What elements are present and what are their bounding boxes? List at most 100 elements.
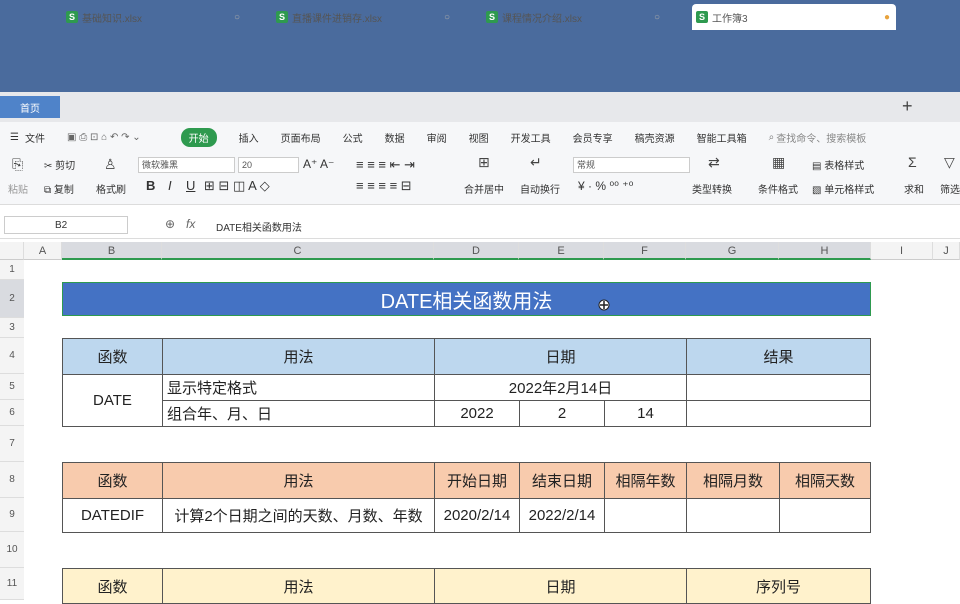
formula-input[interactable]: DATE相关函数用法 xyxy=(216,219,302,234)
col-header-e[interactable]: E xyxy=(519,242,604,260)
row-header-11[interactable]: 11 xyxy=(0,568,24,600)
menu-page-layout[interactable]: 页面布局 xyxy=(281,130,321,145)
menu-member[interactable]: 会员专享 xyxy=(573,130,613,145)
t2-days[interactable] xyxy=(779,498,871,533)
menu-insert[interactable]: 插入 xyxy=(239,130,259,145)
new-tab-button[interactable]: + xyxy=(902,96,913,117)
row-header-1[interactable]: 1 xyxy=(0,260,24,280)
tab-file-1[interactable]: S 基础知识.xlsx ○ xyxy=(66,4,246,30)
sum-button[interactable]: 求和 xyxy=(904,181,924,196)
t1-header-date[interactable]: 日期 xyxy=(434,338,687,375)
format-painter-button[interactable]: 格式刷 xyxy=(96,181,126,196)
t1-usage-format[interactable]: 显示特定格式 xyxy=(162,374,435,401)
col-header-a[interactable]: A xyxy=(24,242,62,260)
align-icons-2[interactable]: ≡ ≡ ≡ ≡ ⊟ xyxy=(356,178,412,194)
table-style-button[interactable]: ▤ 表格样式 xyxy=(812,157,864,172)
row-header-9[interactable]: 9 xyxy=(0,498,24,532)
t2-end-date[interactable]: 2022/2/14 xyxy=(519,498,605,533)
close-icon[interactable]: ○ xyxy=(654,12,660,23)
tab-file-2[interactable]: S 直播课件进销存.xlsx ○ xyxy=(276,4,456,30)
row-header-2[interactable]: 2 xyxy=(0,280,24,318)
tab-file-4[interactable]: S 工作簿3 ● xyxy=(692,4,896,30)
t2-header-days[interactable]: 相隔天数 xyxy=(779,462,871,499)
t1-day[interactable]: 14 xyxy=(604,400,687,427)
row-header-5[interactable]: 5 xyxy=(0,374,24,400)
row-header-3[interactable]: 3 xyxy=(0,318,24,338)
col-header-d[interactable]: D xyxy=(434,242,519,260)
col-header-h[interactable]: H xyxy=(779,242,871,260)
t2-header-years[interactable]: 相隔年数 xyxy=(604,462,687,499)
bold-button[interactable]: B xyxy=(146,178,155,193)
number-format-select[interactable]: 常规 xyxy=(573,157,690,173)
t2-func[interactable]: DATEDIF xyxy=(62,498,163,533)
format-painter-icon[interactable]: ♙ xyxy=(104,156,117,173)
paste-icon[interactable]: ⎘ xyxy=(12,156,23,173)
t3-header-func[interactable]: 函数 xyxy=(62,568,163,604)
row-header-10[interactable]: 10 xyxy=(0,532,24,568)
t1-month[interactable]: 2 xyxy=(519,400,605,427)
t2-header-end[interactable]: 结束日期 xyxy=(519,462,605,499)
conditional-format-icon[interactable]: ▦ xyxy=(772,154,785,171)
t2-header-start[interactable]: 开始日期 xyxy=(434,462,520,499)
t1-result-5[interactable] xyxy=(686,374,871,401)
t1-func-date[interactable]: DATE xyxy=(62,374,163,427)
wrap-icon[interactable]: ↵ xyxy=(530,154,542,171)
copy-button[interactable]: ⧉ 复制 xyxy=(44,181,74,196)
underline-button[interactable]: U xyxy=(186,178,195,193)
zoom-icon[interactable]: ⊕ xyxy=(165,217,175,231)
border-icon[interactable]: ⊞ ⊟ ◫ A ◇ xyxy=(204,178,270,194)
t1-year[interactable]: 2022 xyxy=(434,400,520,427)
filter-button[interactable]: 筛选 xyxy=(940,181,960,196)
cut-button[interactable]: ✂ 剪切 xyxy=(44,157,75,172)
menu-formula[interactable]: 公式 xyxy=(343,130,363,145)
merge-center-button[interactable]: 合并居中 xyxy=(464,181,504,196)
t1-usage-combine[interactable]: 组合年、月、日 xyxy=(162,400,435,427)
menu-developer[interactable]: 开发工具 xyxy=(511,130,551,145)
row-header-8[interactable]: 8 xyxy=(0,462,24,498)
row-header-4[interactable]: 4 xyxy=(0,338,24,374)
font-family-select[interactable]: 微软雅黑 xyxy=(138,157,235,173)
merge-icon[interactable]: ⊞ xyxy=(478,154,490,171)
align-icons[interactable]: ≡ ≡ ≡ ⇤ ⇥ xyxy=(356,157,415,173)
conditional-format-button[interactable]: 条件格式 xyxy=(758,181,798,196)
sum-icon[interactable]: Σ xyxy=(908,154,917,170)
menu-smart-tools[interactable]: 智能工具箱 xyxy=(697,130,747,145)
fx-icon[interactable]: fx xyxy=(186,217,195,231)
t1-date-value[interactable]: 2022年2月14日 xyxy=(434,374,687,401)
sheet-title-cell[interactable]: DATE相关函数用法 xyxy=(62,282,871,316)
col-header-g[interactable]: G xyxy=(686,242,779,260)
type-convert-icon[interactable]: ⇄ xyxy=(708,154,720,171)
name-box[interactable]: B2 xyxy=(4,216,128,234)
tab-home[interactable]: 首页 xyxy=(0,96,60,118)
type-convert-button[interactable]: 类型转换 xyxy=(692,181,732,196)
t3-header-date[interactable]: 日期 xyxy=(434,568,687,604)
wrap-text-button[interactable]: 自动换行 xyxy=(520,181,560,196)
hamburger-icon[interactable]: ☰ xyxy=(10,132,19,143)
col-header-b[interactable]: B xyxy=(62,242,162,260)
t2-months[interactable] xyxy=(686,498,780,533)
filter-icon[interactable]: ▽ xyxy=(944,154,955,171)
number-format-icons[interactable]: ¥ · % ⁰⁰ ⁺⁰ xyxy=(578,179,633,193)
font-grow-icon[interactable]: A⁺ A⁻ xyxy=(303,157,334,171)
t2-usage[interactable]: 计算2个日期之间的天数、月数、年数 xyxy=(162,498,435,533)
t1-result-6[interactable] xyxy=(686,400,871,427)
t2-years[interactable] xyxy=(604,498,687,533)
close-icon[interactable]: ○ xyxy=(234,12,240,23)
menu-review[interactable]: 审阅 xyxy=(427,130,447,145)
row-header-7[interactable]: 7 xyxy=(0,426,24,462)
t1-header-result[interactable]: 结果 xyxy=(686,338,871,375)
col-header-c[interactable]: C xyxy=(162,242,434,260)
search-command-input[interactable]: 查找命令、搜索模板 xyxy=(776,130,866,145)
row-header-6[interactable]: 6 xyxy=(0,400,24,426)
corner-select-all[interactable] xyxy=(0,242,24,260)
quick-tools-icon[interactable]: ▣ ⎙ ⊡ ⌂ ↶ ↷ ⌄ xyxy=(67,132,141,143)
t2-header-months[interactable]: 相隔月数 xyxy=(686,462,780,499)
tab-file-3[interactable]: S 课程情况介绍.xlsx ○ xyxy=(486,4,666,30)
font-size-select[interactable]: 20 xyxy=(238,157,299,173)
menu-resources[interactable]: 稿壳资源 xyxy=(635,130,675,145)
menu-start[interactable]: 开始 xyxy=(180,127,217,147)
close-icon[interactable]: ○ xyxy=(444,12,450,23)
t3-header-serial[interactable]: 序列号 xyxy=(686,568,871,604)
col-header-f[interactable]: F xyxy=(604,242,686,260)
menu-file[interactable]: 文件 xyxy=(25,130,45,145)
